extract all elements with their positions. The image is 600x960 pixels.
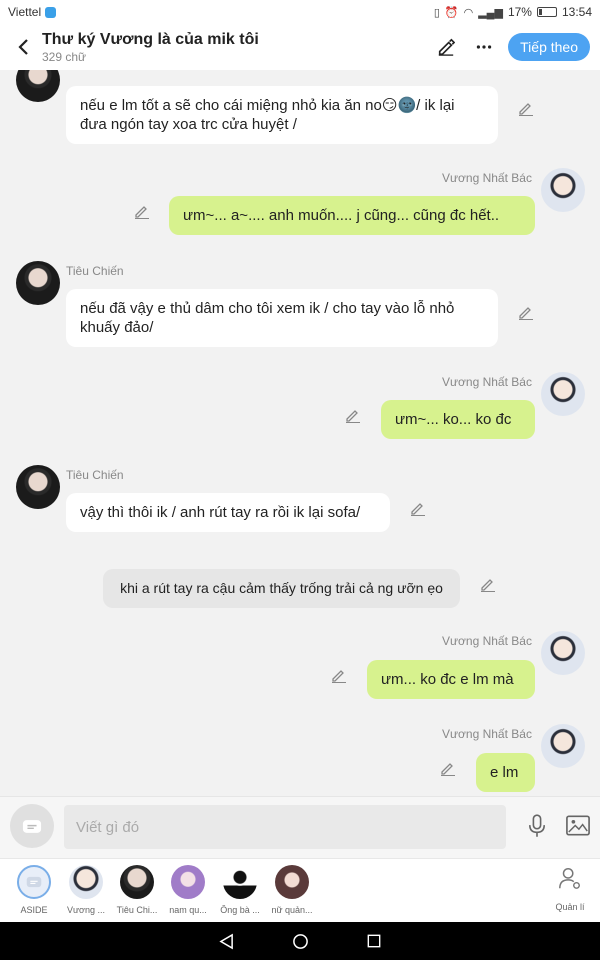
character-aside[interactable]: ASIDE (7, 865, 61, 915)
system-nav-bar (0, 922, 600, 960)
avatar-vuong-nhat-bac[interactable] (541, 631, 585, 675)
message-bubble[interactable]: nếu đã vậy e thủ dâm cho tôi xem ik / ch… (66, 289, 498, 347)
sender-name: Tiêu Chiến (66, 468, 124, 482)
back-button[interactable] (10, 32, 36, 62)
triangle-back-icon (218, 933, 233, 949)
sender-name: Vương Nhất Bác (442, 375, 532, 389)
microphone-icon (528, 814, 546, 837)
message-bubble[interactable]: nếu e lm tốt a sẽ cho cái miệng nhỏ kia … (66, 86, 498, 144)
vibrate-icon: ▯ (433, 6, 440, 19)
character-ong-ba[interactable]: Ông bà ... (213, 865, 267, 915)
character-nu-quan[interactable]: nữ quản... (265, 865, 319, 915)
avatar-tieu-chien[interactable] (16, 261, 60, 305)
edit-title-button[interactable] (432, 33, 460, 61)
character-label: Vương ... (67, 905, 105, 915)
manage-characters-button[interactable]: Quản lí (546, 865, 594, 912)
sim-icon (45, 6, 57, 18)
edit-message-icon[interactable] (331, 667, 349, 685)
avatar-tieu-chien[interactable] (16, 70, 60, 102)
insert-image-button[interactable] (564, 811, 592, 839)
message-bubble[interactable]: ưm~... ko... ko đc (381, 400, 535, 439)
avatar-vuong-nhat-bac[interactable] (541, 168, 585, 212)
avatar-nu-quan-icon (275, 865, 309, 899)
user-settings-icon (559, 867, 580, 889)
more-options-button[interactable] (470, 33, 498, 61)
story-title: Thư ký Vương là của mik tôi (42, 31, 259, 48)
circle-home-icon (292, 933, 308, 949)
character-label: Ông bà ... (220, 905, 260, 915)
clock: 13:54 (561, 5, 592, 19)
edit-message-icon[interactable] (518, 304, 536, 322)
edit-message-icon[interactable] (410, 500, 428, 518)
image-icon (566, 814, 590, 836)
edit-message-icon[interactable] (480, 576, 498, 594)
narration-bubble[interactable]: khi a rút tay ra cậu cảm thấy trống trải… (103, 569, 460, 608)
alarm-icon: ⏰ (444, 6, 459, 19)
character-vuong[interactable]: Vương ... (59, 865, 113, 915)
avatar-tieu-icon (120, 865, 154, 899)
manage-label: Quản lí (555, 902, 585, 912)
character-label: ASIDE (20, 905, 48, 915)
sender-name: Vương Nhất Bác (442, 634, 532, 648)
edit-message-icon[interactable] (518, 100, 536, 118)
avatar-vuong-nhat-bac[interactable] (541, 372, 585, 416)
chat-header: Thư ký Vương là của mik tôi 329 chữ Tiếp… (0, 24, 600, 70)
character-tieu[interactable]: Tiêu Chi... (110, 865, 164, 915)
pencil-icon (438, 38, 456, 56)
message-bubble[interactable]: ưm... ko đc e lm mà (367, 660, 535, 699)
input-bar (0, 796, 600, 858)
avatar-vuong-nhat-bac[interactable] (541, 724, 585, 768)
character-bar: ASIDE Vương ... Tiêu Chi... nam qu... Ôn… (0, 858, 600, 922)
message-bubble[interactable]: e lm (476, 753, 535, 792)
avatar-tieu-chien[interactable] (16, 465, 60, 509)
character-label: nam qu... (169, 905, 207, 915)
edit-message-icon[interactable] (440, 760, 458, 778)
avatar-nam-icon (171, 865, 205, 899)
sender-name: Vương Nhất Bác (442, 727, 532, 741)
voice-input-button[interactable] (524, 811, 550, 841)
aside-toggle-button[interactable] (10, 804, 54, 848)
message-bubble[interactable]: ưm~... a~.... anh muốn.... j cũng... cũn… (169, 196, 535, 235)
chat-area: nếu e lm tốt a sẽ cho cái miệng nhỏ kia … (0, 70, 600, 796)
aside-icon (17, 865, 51, 899)
message-bubble[interactable]: vậy thì thôi ik / anh rút tay ra rồi ik … (66, 493, 390, 532)
carrier-label: Viettel (8, 5, 42, 19)
wifi-icon: ◠ (463, 6, 474, 19)
battery-percent: 17% (507, 5, 532, 19)
character-label: nữ quản... (271, 905, 313, 915)
nav-home-button[interactable] (290, 931, 310, 951)
sender-name: Tiêu Chiến (66, 264, 124, 278)
edit-message-icon[interactable] (134, 203, 152, 221)
square-recents-icon (367, 934, 381, 948)
signal-icon: ▂▄▆ (478, 6, 503, 19)
more-dots-icon (476, 45, 492, 49)
status-bar: Viettel ▯ ⏰ ◠ ▂▄▆ 17% 13:54 (0, 0, 600, 24)
next-button[interactable]: Tiếp theo (508, 33, 590, 61)
sender-name: Vương Nhất Bác (442, 171, 532, 185)
message-input[interactable] (64, 805, 506, 849)
avatar-vuong-icon (69, 865, 103, 899)
word-count: 329 chữ (42, 50, 87, 64)
edit-message-icon[interactable] (345, 407, 363, 425)
avatar-ong-ba-icon (223, 865, 257, 899)
battery-icon (536, 7, 557, 17)
nav-back-button[interactable] (216, 931, 236, 951)
nav-recents-button[interactable] (364, 931, 384, 951)
character-label: Tiêu Chi... (116, 905, 158, 915)
character-nam[interactable]: nam qu... (161, 865, 215, 915)
aside-icon (22, 819, 42, 833)
back-arrow-icon (18, 39, 28, 55)
